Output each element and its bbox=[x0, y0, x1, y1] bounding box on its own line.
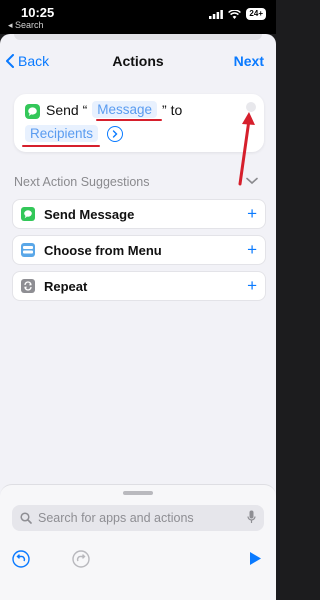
recipients-row: Recipients bbox=[25, 125, 124, 142]
search-icon bbox=[20, 512, 32, 524]
next-button[interactable]: Next bbox=[234, 53, 264, 69]
panel-grabber[interactable] bbox=[123, 491, 153, 495]
messages-app-icon bbox=[25, 104, 40, 119]
navigation-bar: Back Actions Next bbox=[0, 44, 276, 78]
messages-icon bbox=[21, 207, 35, 221]
repeat-icon bbox=[21, 279, 35, 293]
suggestions-header: Next Action Suggestions bbox=[14, 175, 150, 189]
menu-icon bbox=[21, 243, 35, 257]
action-verb: Send “ bbox=[46, 101, 88, 118]
suggestion-choose-from-menu[interactable]: Choose from Menu + bbox=[12, 235, 266, 265]
microphone-icon[interactable] bbox=[247, 510, 256, 525]
annotation-arrow bbox=[238, 112, 255, 186]
annotation-underline-message bbox=[96, 119, 162, 121]
action-sentence: Send “ Message ” to bbox=[46, 101, 182, 118]
signal-icon bbox=[209, 9, 224, 19]
search-placeholder: Search for apps and actions bbox=[38, 511, 194, 525]
sheet-stack-edge bbox=[14, 34, 262, 40]
battery-indicator: 24+ bbox=[246, 8, 266, 20]
status-icons: 24+ bbox=[209, 8, 266, 20]
suggestion-send-message[interactable]: Send Message + bbox=[12, 199, 266, 229]
suggestion-repeat[interactable]: Repeat + bbox=[12, 271, 266, 301]
redo-icon bbox=[72, 550, 90, 568]
add-icon[interactable]: + bbox=[247, 277, 257, 294]
action-search-panel: Search for apps and actions bbox=[0, 484, 276, 600]
chevron-right-icon bbox=[112, 129, 118, 138]
add-icon[interactable]: + bbox=[247, 241, 257, 258]
suggestion-label: Choose from Menu bbox=[44, 242, 162, 258]
annotation-underline-recipients bbox=[22, 145, 100, 147]
suggestion-label: Repeat bbox=[44, 278, 88, 294]
action-to-text: ” to bbox=[162, 101, 183, 118]
status-time: 10:25 bbox=[21, 5, 55, 20]
actions-sheet: Back Actions Next Send “ Message ” to Re… bbox=[0, 34, 276, 600]
expand-options-button[interactable] bbox=[107, 125, 124, 142]
search-input[interactable]: Search for apps and actions bbox=[12, 505, 264, 531]
editor-toolbar bbox=[0, 545, 276, 575]
send-message-action-card[interactable]: Send “ Message ” to Recipients bbox=[14, 94, 264, 152]
status-bar: 10:25 ◂ Search 24+ bbox=[0, 0, 276, 34]
recipients-token[interactable]: Recipients bbox=[25, 125, 99, 142]
message-token[interactable]: Message bbox=[92, 101, 158, 118]
add-icon[interactable]: + bbox=[247, 205, 257, 222]
wifi-icon bbox=[228, 9, 242, 19]
back-to-app-link[interactable]: ◂ Search bbox=[8, 20, 44, 31]
undo-icon[interactable] bbox=[12, 550, 30, 568]
run-shortcut-icon[interactable] bbox=[249, 551, 262, 566]
suggestion-label: Send Message bbox=[44, 206, 135, 222]
